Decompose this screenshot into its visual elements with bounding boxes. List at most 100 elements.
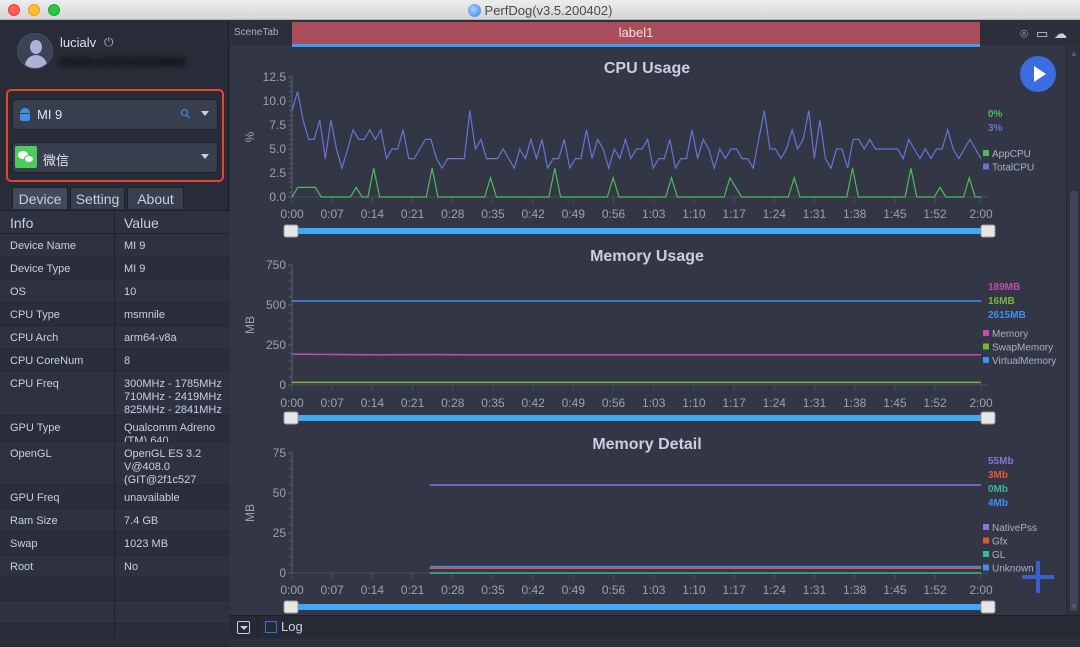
x-tick-label: 1:17 [722,207,746,221]
legend-item-appcpu[interactable]: AppCPU [992,149,1031,160]
time-range-slider[interactable] [298,415,981,421]
folder-icon[interactable]: ▭ [1036,26,1054,42]
log-checkbox[interactable] [265,621,277,633]
collapse-panel-button[interactable] [237,621,250,634]
username: lucialv [60,35,97,50]
x-tick-label: 0:35 [481,396,505,410]
x-tick-label: 1:45 [883,396,907,410]
y-tick-label: 10.0 [263,94,287,108]
device-select[interactable]: MI 9 ⚲ [12,99,218,130]
app-select-value: 微信 [43,153,70,168]
tab-about[interactable]: About [127,187,184,209]
x-tick-label: 0:00 [280,396,304,410]
column-header-value: Value [124,215,159,231]
user-panel: lucialv ⏻ lucian@tencent.com [0,21,229,83]
chevron-down-icon[interactable] [201,111,209,116]
selector-group: MI 9 ⚲ 微信 [6,89,224,182]
info-key: GPU Type [10,422,61,434]
time-range-slider[interactable] [298,228,981,234]
legend-item-virtualmemory[interactable]: VirtualMemory [992,356,1056,367]
chart-title: Memory Usage [590,248,704,265]
cloud-icon[interactable]: ☁ [1054,26,1072,42]
y-tick-label: 2.5 [269,166,286,180]
info-key: OpenGL [10,448,52,460]
x-tick-label: 1:24 [763,396,787,410]
x-tick-label: 0:42 [521,207,545,221]
tab-device[interactable]: Device [12,187,68,209]
x-tick-label: 1:45 [883,583,907,597]
legend-item-memory[interactable]: Memory [992,329,1028,340]
legend-current-value: 0% [988,109,1003,120]
y-axis-label: % [243,131,257,142]
time-range-slider[interactable] [298,604,981,610]
x-tick-label: 0:56 [602,396,626,410]
legend-item-swapmemory[interactable]: SwapMemory [992,343,1053,354]
column-divider [114,210,115,638]
x-tick-label: 0:28 [441,396,465,410]
range-handle-end[interactable] [980,600,996,614]
x-tick-label: 1:38 [843,583,867,597]
legend-item-gl[interactable]: GL [992,550,1006,561]
info-value: unavailable [124,492,180,504]
legend-current-value: 16MB [988,296,1015,307]
legend-current-value: 189MB [988,282,1020,293]
legend-item-totalcpu[interactable]: TotalCPU [992,163,1034,174]
avatar[interactable] [17,33,53,69]
legend-item-nativepss[interactable]: NativePss [992,523,1037,534]
x-tick-label: 0:49 [562,583,586,597]
main-panel: SceneTab label1 ⌾ ▭☁ CPU Usage 0.0 2.5 5.0 7.… [230,21,1080,639]
info-key: Swap [10,538,38,550]
app-select[interactable]: 微信 [12,142,218,173]
info-key: GPU Freq [10,492,60,504]
range-handle-start[interactable] [283,411,299,425]
chart-title: CPU Usage [604,60,690,77]
series-line-appcpu [291,168,981,198]
app-logo-icon [467,4,481,17]
x-tick-label: 0:28 [441,583,465,597]
legend-swatch [983,357,989,363]
legend-swatch [983,564,989,571]
x-tick-label: 0:56 [602,207,626,221]
x-tick-label: 1:52 [923,207,947,221]
window-title: PerfDog(v3.5.200402) [0,3,1080,18]
play-button[interactable] [1020,56,1056,92]
scroll-down-arrow-icon[interactable]: ▼ [1070,602,1078,611]
info-value: msmnile [124,309,165,321]
add-chart-button[interactable] [1022,561,1054,593]
tab-setting[interactable]: Setting [70,187,125,209]
scrollbar-thumb[interactable] [1070,191,1078,611]
info-value: MI 9 [124,263,146,275]
x-tick-label: 0:49 [562,396,586,410]
range-handle-end[interactable] [980,411,996,425]
info-value: 300MHz - 1785MHz 710MHz - 2419MHz 825MHz… [124,378,222,416]
power-icon[interactable]: ⏻ [104,35,114,50]
x-tick-label: 1:03 [642,583,666,597]
scene-label-bar[interactable]: label1 [292,22,980,44]
y-tick-label: 250 [266,338,286,352]
scene-tab-label[interactable]: SceneTab [234,27,278,38]
info-value: 7.4 GB [124,515,159,527]
y-tick-label: 50 [273,486,287,500]
y-tick-label: 5.0 [269,142,286,156]
legend-item-gfx[interactable]: Gfx [992,537,1008,548]
range-handle-start[interactable] [283,600,299,614]
location-pin-icon[interactable]: ⌾ [1018,26,1036,42]
vertical-scrollbar[interactable]: ▲ ▼ [1066,45,1080,615]
legend-current-value: 0Mb [988,484,1008,495]
y-tick-label: 750 [266,258,286,272]
x-tick-label: 0:07 [321,396,345,410]
legend-swatch [983,343,989,350]
column-header-info: Info [10,215,34,231]
x-tick-label: 0:00 [280,207,304,221]
x-tick-label: 1:31 [803,207,827,221]
x-tick-label: 0:56 [602,583,626,597]
x-tick-label: 0:00 [280,583,304,597]
range-handle-end[interactable] [980,224,996,238]
chevron-down-icon[interactable] [201,154,209,159]
usb-connection-icon: ⚲ [177,104,195,123]
scene-bar: SceneTab label1 ⌾ ▭☁ [230,21,1080,47]
scroll-up-arrow-icon[interactable]: ▲ [1070,49,1078,58]
x-tick-label: 0:35 [481,583,505,597]
range-handle-start[interactable] [283,224,299,238]
x-tick-label: 0:14 [361,207,385,221]
